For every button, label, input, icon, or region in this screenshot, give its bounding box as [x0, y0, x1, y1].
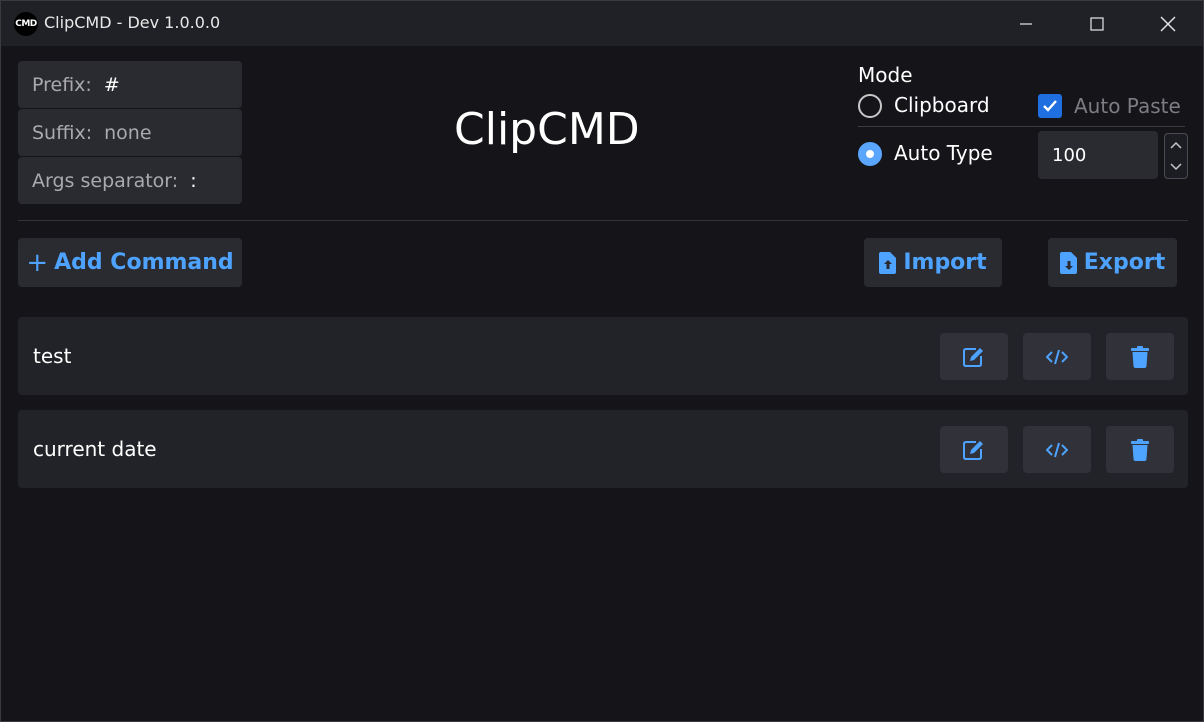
prefix-setting[interactable]: Prefix: # — [18, 61, 242, 108]
import-label: Import — [903, 250, 987, 275]
file-download-icon — [1059, 251, 1077, 274]
args-separator-label: Args separator: — [32, 169, 179, 192]
args-separator-setting[interactable]: Args separator: : — [18, 157, 242, 204]
command-row[interactable]: current date — [18, 410, 1188, 488]
delete-button[interactable] — [1106, 333, 1174, 380]
app-heading: ClipCMD — [454, 104, 640, 155]
prefix-label: Prefix: — [32, 73, 92, 96]
stepper-down-button[interactable] — [1165, 156, 1187, 178]
clipboard-radio[interactable] — [858, 94, 882, 118]
import-button[interactable]: Import — [864, 238, 1002, 287]
command-name: test — [33, 344, 72, 368]
code-icon — [1046, 442, 1068, 457]
auto-paste-checkbox[interactable] — [1038, 94, 1062, 118]
delay-stepper[interactable] — [1164, 133, 1188, 179]
auto-paste-label[interactable]: Auto Paste — [1074, 94, 1181, 118]
add-command-button[interactable]: + Add Command — [18, 238, 242, 287]
stepper-up-button[interactable] — [1165, 134, 1187, 156]
auto-type-radio[interactable] — [858, 142, 882, 166]
file-upload-icon — [879, 251, 897, 274]
maximize-icon — [1090, 16, 1104, 31]
delay-input[interactable]: 100 — [1038, 131, 1158, 179]
minimize-icon — [1020, 22, 1032, 25]
suffix-label: Suffix: — [32, 121, 93, 144]
code-icon — [1046, 349, 1068, 364]
command-row[interactable]: test — [18, 317, 1188, 395]
edit-button[interactable] — [940, 333, 1008, 380]
plus-icon: + — [26, 247, 49, 278]
checkmark-icon — [1043, 100, 1057, 112]
edit-icon — [963, 347, 983, 367]
clipboard-label[interactable]: Clipboard — [894, 93, 990, 117]
maximize-button[interactable] — [1062, 1, 1132, 46]
mode-label: Mode — [858, 63, 913, 87]
title-bar[interactable]: CMD ClipCMD - Dev 1.0.0.0 — [1, 1, 1203, 46]
window-title: ClipCMD - Dev 1.0.0.0 — [44, 13, 221, 32]
app-window: CMD ClipCMD - Dev 1.0.0.0 Prefix: # Suff… — [0, 0, 1204, 722]
export-button[interactable]: Export — [1048, 238, 1177, 287]
args-separator-value[interactable]: : — [190, 170, 196, 192]
add-command-label: Add Command — [54, 250, 234, 275]
prefix-value[interactable]: # — [104, 74, 120, 96]
auto-type-label[interactable]: Auto Type — [894, 141, 993, 165]
edit-icon — [963, 440, 983, 460]
code-button[interactable] — [1023, 426, 1091, 473]
suffix-value[interactable]: none — [104, 122, 151, 144]
trash-icon — [1131, 345, 1149, 368]
section-divider — [18, 220, 1188, 221]
code-button[interactable] — [1023, 333, 1091, 380]
minimize-button[interactable] — [991, 1, 1061, 46]
suffix-setting[interactable]: Suffix: none — [18, 109, 242, 156]
trash-icon — [1131, 438, 1149, 461]
chevron-down-icon — [1170, 163, 1182, 171]
delete-button[interactable] — [1106, 426, 1174, 473]
command-name: current date — [33, 437, 157, 461]
chevron-up-icon — [1170, 141, 1182, 149]
app-logo: CMD — [14, 12, 38, 36]
close-icon — [1160, 16, 1176, 31]
export-label: Export — [1083, 250, 1166, 275]
edit-button[interactable] — [940, 426, 1008, 473]
close-button[interactable] — [1133, 1, 1203, 46]
mode-divider — [858, 126, 1185, 127]
